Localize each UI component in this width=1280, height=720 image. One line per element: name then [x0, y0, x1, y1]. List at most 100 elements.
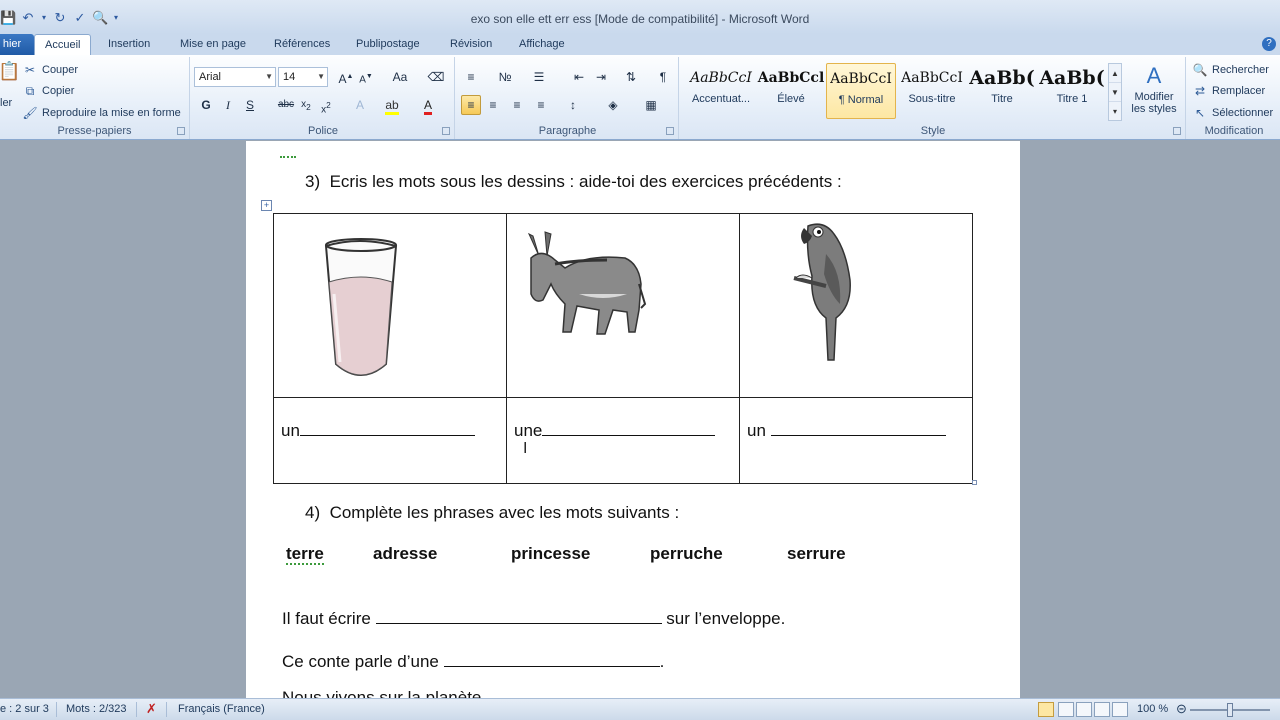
- word-bank-terre: terre: [286, 544, 324, 565]
- copy-icon: ⧉: [25, 84, 35, 98]
- shading-icon[interactable]: ◈: [603, 95, 623, 115]
- numbering-icon[interactable]: №: [495, 67, 515, 87]
- bold-button[interactable]: G: [196, 95, 216, 115]
- zoom-out-icon[interactable]: ⊝: [1176, 701, 1187, 717]
- text-effects-icon[interactable]: A: [350, 95, 370, 115]
- word-count[interactable]: Mots : 2/323: [66, 703, 127, 715]
- tab-affichage[interactable]: Affichage: [509, 34, 575, 55]
- align-right-icon[interactable]: ≡: [507, 95, 527, 115]
- scroll-down-icon[interactable]: ▼: [1109, 83, 1121, 102]
- glass-image: [324, 238, 398, 376]
- sentence-1-blank[interactable]: [375, 608, 662, 624]
- replace-button[interactable]: ⇄ Remplacer: [1192, 83, 1265, 99]
- tab-mise-en-page[interactable]: Mise en page: [170, 34, 256, 55]
- font-name-combo[interactable]: Arial ▼: [194, 67, 276, 87]
- sentence-2-blank[interactable]: [443, 651, 660, 667]
- zoom-level[interactable]: 100 %: [1137, 703, 1168, 715]
- sort-icon[interactable]: ⇅: [621, 67, 641, 87]
- answer-blank[interactable]: [770, 420, 946, 436]
- help-icon[interactable]: ?: [1262, 37, 1276, 51]
- web-layout-view-icon[interactable]: [1076, 702, 1092, 717]
- proofing-error-icon[interactable]: ✗: [146, 701, 157, 717]
- format-painter-button[interactable]: 🖌 Reproduire la mise en forme: [22, 105, 180, 121]
- tab-file[interactable]: hier: [0, 34, 34, 55]
- align-center-icon[interactable]: ≡: [483, 95, 503, 115]
- font-color-icon[interactable]: A: [418, 95, 438, 115]
- chevron-down-icon: ▼: [265, 72, 273, 81]
- grow-font-icon[interactable]: A▲: [336, 67, 356, 87]
- style-normal[interactable]: AaBbCcI ¶ Normal: [826, 63, 896, 119]
- answer-blank[interactable]: [299, 420, 475, 436]
- page-indicator[interactable]: e : 2 sur 3: [0, 703, 49, 715]
- separator: [136, 702, 137, 717]
- align-left-icon[interactable]: ≡: [461, 95, 481, 115]
- change-case-icon[interactable]: Aa: [390, 67, 410, 87]
- tab-publipostage[interactable]: Publipostage: [346, 34, 430, 55]
- tab-references[interactable]: Références: [264, 34, 340, 55]
- status-bar: e : 2 sur 3 Mots : 2/323 ✗ Français (Fra…: [0, 698, 1280, 720]
- find-button[interactable]: 🔍 Rechercher: [1192, 62, 1269, 78]
- parrot-image: [793, 223, 851, 361]
- font-group: Arial ▼ 14 ▼ A▲ A▼ Aa ⌫ G I S abc x2 x2 A …: [192, 57, 455, 139]
- strikethrough-icon[interactable]: abc: [276, 95, 296, 115]
- styles-gallery-scroll[interactable]: ▲ ▼ ▾: [1108, 63, 1122, 121]
- zoom-slider-thumb[interactable]: [1227, 703, 1233, 717]
- borders-icon[interactable]: ▦: [641, 95, 661, 115]
- select-button[interactable]: ↖ Sélectionner: [1192, 105, 1273, 121]
- shrink-font-icon[interactable]: A▼: [356, 67, 376, 87]
- tab-insertion[interactable]: Insertion: [98, 34, 160, 55]
- tab-revision[interactable]: Révision: [440, 34, 502, 55]
- modify-styles-button[interactable]: A Modifier les styles: [1129, 61, 1179, 115]
- style-titre[interactable]: AaBb( Titre: [967, 63, 1037, 119]
- spelling-mark: [280, 143, 300, 158]
- binoculars-icon: 🔍: [1192, 63, 1208, 77]
- clipboard-launcher-icon[interactable]: [177, 127, 185, 135]
- paragraph-launcher-icon[interactable]: [666, 127, 674, 135]
- italic-button[interactable]: I: [218, 95, 238, 115]
- scroll-up-icon[interactable]: ▲: [1109, 64, 1121, 83]
- cut-button[interactable]: ✂ Couper: [22, 62, 78, 78]
- decrease-indent-icon[interactable]: ⇤: [569, 67, 589, 87]
- full-screen-view-icon[interactable]: [1058, 702, 1074, 717]
- style-eleve[interactable]: AaBbCcl Élevé: [756, 63, 826, 119]
- answer-cell-1[interactable]: un: [273, 397, 507, 484]
- show-formatting-icon[interactable]: ¶: [653, 67, 673, 87]
- style-sous-titre[interactable]: AaBbCcI Sous-titre: [897, 63, 967, 119]
- exercise-4-heading: 4) Complète les phrases avec les mots su…: [305, 503, 680, 522]
- answer-blank[interactable]: [542, 420, 716, 436]
- table-resize-handle-icon[interactable]: [972, 480, 977, 485]
- superscript-icon[interactable]: x2: [316, 95, 336, 115]
- style-accentuation[interactable]: AaBbCcI Accentuat...: [686, 63, 756, 119]
- chevron-down-icon: ▼: [317, 72, 325, 81]
- tab-accueil[interactable]: Accueil: [34, 34, 92, 56]
- paste-button[interactable]: 📋: [0, 61, 21, 81]
- table-move-handle-icon[interactable]: +: [261, 200, 272, 211]
- font-size-combo[interactable]: 14 ▼: [278, 67, 328, 87]
- increase-indent-icon[interactable]: ⇥: [591, 67, 611, 87]
- paste-icon: 📋: [0, 61, 21, 81]
- scissors-icon: ✂: [24, 63, 36, 77]
- justify-icon[interactable]: ≡: [531, 95, 551, 115]
- bullets-icon[interactable]: ≡: [461, 67, 481, 87]
- styles-launcher-icon[interactable]: [1173, 127, 1181, 135]
- underline-button[interactable]: S: [240, 95, 260, 115]
- subscript-icon[interactable]: x2: [296, 95, 316, 115]
- copy-button[interactable]: ⧉ Copier: [22, 83, 75, 99]
- language-indicator[interactable]: Français (France): [178, 703, 265, 715]
- multilevel-list-icon[interactable]: ☰: [529, 67, 549, 87]
- word-bank-serrure: serrure: [787, 544, 846, 563]
- style-titre-1[interactable]: AaBb( Titre 1: [1037, 63, 1107, 119]
- print-layout-view-icon[interactable]: [1038, 702, 1054, 717]
- sentence-3-clip: Nous vivons sur la planète: [246, 690, 1020, 698]
- outline-view-icon[interactable]: [1094, 702, 1110, 717]
- more-styles-icon[interactable]: ▾: [1109, 102, 1121, 121]
- replace-icon: ⇄: [1194, 84, 1206, 98]
- highlight-icon[interactable]: ab: [382, 95, 402, 115]
- line-spacing-icon[interactable]: ↕: [563, 95, 583, 115]
- brush-icon: 🖌: [22, 106, 38, 120]
- draft-view-icon[interactable]: [1112, 702, 1128, 717]
- clear-formatting-icon[interactable]: ⌫: [426, 67, 446, 87]
- answer-cell-2[interactable]: une: [506, 397, 740, 484]
- answer-cell-3[interactable]: un: [739, 397, 973, 484]
- font-launcher-icon[interactable]: [442, 127, 450, 135]
